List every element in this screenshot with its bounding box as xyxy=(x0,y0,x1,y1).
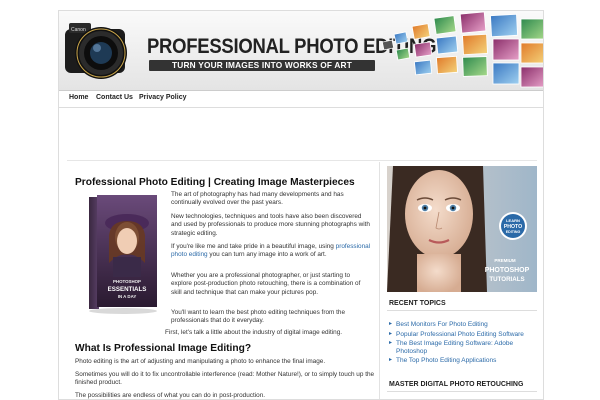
recent-topic-link[interactable]: The Top Photo Editing Applications xyxy=(389,357,537,365)
nav-home[interactable]: Home xyxy=(69,94,88,101)
site-tagline: TURN YOUR IMAGES INTO WORKS OF ART xyxy=(172,60,352,70)
paragraph-text: If you're like me and take pride in a be… xyxy=(171,243,336,250)
post-paragraph: If you're like me and take pride in a be… xyxy=(171,243,371,260)
photo-collage-icon xyxy=(381,11,543,88)
post-paragraph: Sometimes you will do it to fix uncontro… xyxy=(75,371,375,387)
book-cover-image: PHOTOSHOP ESSENTIALS IN A DAY xyxy=(89,195,157,314)
main-nav: Home Contact Us Privacy Policy xyxy=(59,91,543,108)
paragraph-text: you can turn any image into a work of ar… xyxy=(207,251,327,259)
post-paragraph: You'll want to learn the best photo edit… xyxy=(171,309,346,325)
post-paragraph: Whether you are a professional photograp… xyxy=(171,272,361,296)
post-paragraph: New technologies, techniques and tools h… xyxy=(171,213,370,237)
post-paragraph: First, let's talk a little about the ind… xyxy=(165,329,343,336)
column-divider xyxy=(379,162,380,399)
recent-topics-list: Best Monitors For Photo Editing Popular … xyxy=(389,321,537,367)
svg-text:ESSENTIALS: ESSENTIALS xyxy=(108,286,147,293)
post-paragraph: Photo editing is the art of adjusting an… xyxy=(75,358,326,365)
recent-topic-link[interactable]: Popular Professional Photo Editing Softw… xyxy=(389,331,537,339)
tutorial-banner-image[interactable]: LEARN PHOTO EDITING PREMIUM PHOTOSHOP TU… xyxy=(387,166,537,292)
svg-text:EDITING: EDITING xyxy=(506,230,521,234)
post-title[interactable]: Professional Photo Editing | Creating Im… xyxy=(75,177,355,188)
recent-topic-link[interactable]: The Best Image Editing Software: Adobe P… xyxy=(389,340,537,355)
svg-text:PHOTOSHOP: PHOTOSHOP xyxy=(485,267,530,274)
svg-text:Canon: Canon xyxy=(71,27,86,33)
recent-topics-heading: RECENT TOPICS xyxy=(389,300,446,307)
post-paragraph: The art of photography has had many deve… xyxy=(171,191,344,207)
svg-text:TUTORIALS: TUTORIALS xyxy=(489,276,524,283)
svg-text:LEARN: LEARN xyxy=(506,218,520,223)
site-header[interactable]: Canon PROFESSIONAL PHOTO EDITING TURN YO… xyxy=(59,11,543,91)
nav-privacy-policy[interactable]: Privacy Policy xyxy=(139,94,186,101)
page-container: Canon PROFESSIONAL PHOTO EDITING TURN YO… xyxy=(58,10,544,400)
post-subheading: What Is Professional Image Editing? xyxy=(75,343,252,354)
recent-topic-link[interactable]: Best Monitors For Photo Editing xyxy=(389,321,537,329)
svg-text:IN A DAY: IN A DAY xyxy=(118,294,137,299)
svg-text:PHOTOSHOP: PHOTOSHOP xyxy=(113,279,141,284)
nav-contact-us[interactable]: Contact Us xyxy=(96,94,133,101)
svg-text:PREMIUM: PREMIUM xyxy=(494,258,516,263)
camera-icon: Canon xyxy=(65,23,127,79)
post-paragraph: The possibilities are endless of what yo… xyxy=(75,392,266,399)
sidebar-divider xyxy=(387,310,537,311)
master-retouching-heading: MASTER DIGITAL PHOTO RETOUCHING xyxy=(389,381,524,388)
ad-space xyxy=(67,109,537,161)
sidebar-divider xyxy=(387,391,537,392)
